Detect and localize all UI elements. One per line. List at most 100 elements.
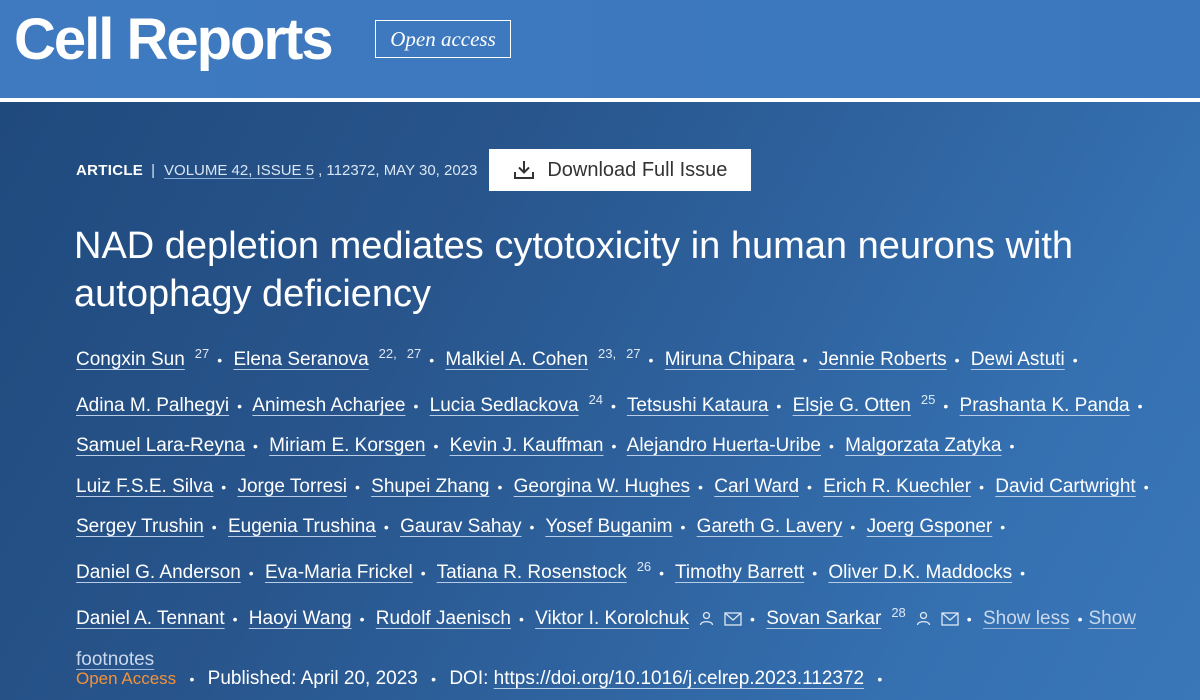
author-item: Joerg Gsponer • — [867, 516, 1012, 537]
author-name[interactable]: Joerg Gsponer — [867, 516, 993, 537]
bullet-separator: • — [232, 611, 238, 628]
author-name[interactable]: Jorge Torresi — [237, 476, 346, 497]
affiliation-footnote[interactable]: 25 — [921, 392, 935, 407]
bullet-separator: • — [611, 398, 616, 415]
author-name[interactable]: Rudolf Jaenisch — [376, 608, 511, 629]
author-name[interactable]: Alejandro Huerta-Uribe — [627, 435, 821, 456]
affiliation-footnote[interactable]: 27 — [626, 346, 640, 361]
author-name[interactable]: Dewi Astuti — [971, 349, 1065, 370]
bullet-separator: • — [954, 352, 960, 368]
bullet-separator: • — [211, 518, 217, 535]
author-item: Miruna Chipara • — [665, 349, 814, 370]
affiliation-footnote[interactable]: 28 — [891, 605, 905, 620]
author-item: Jennie Roberts • — [819, 349, 966, 370]
author-name[interactable]: Samuel Lara-Reyna — [76, 435, 245, 456]
affiliation-footnote[interactable]: 22, — [379, 346, 397, 361]
author-name[interactable]: Oliver D.K. Maddocks — [828, 562, 1012, 583]
show-less-link[interactable]: Show less — [983, 608, 1070, 629]
author-item: Daniel G. Anderson • — [76, 562, 260, 583]
author-name[interactable]: Georgina W. Hughes — [514, 476, 690, 497]
author-name[interactable]: Haoyi Wang — [249, 608, 352, 629]
author-name[interactable]: Congxin Sun — [76, 349, 185, 370]
author-name[interactable]: Malgorzata Zatyka — [845, 435, 1001, 456]
bullet-separator: • — [217, 352, 223, 368]
bullet-separator: • — [943, 398, 949, 415]
author-item: Elena Seranova 22, 27 • — [233, 346, 440, 370]
open-access-badge: Open access — [375, 20, 511, 58]
author-name[interactable]: Elsje G. Otten — [793, 395, 911, 416]
author-name[interactable]: Miriam E. Korsgen — [269, 435, 425, 456]
author-item: Lucia Sedlackova 24 • — [430, 392, 622, 416]
bullet-separator: • — [518, 611, 524, 628]
author-name[interactable]: Daniel A. Tennant — [76, 608, 225, 629]
author-name[interactable]: Yosef Buganim — [545, 516, 672, 537]
author-name[interactable]: Kevin J. Kauffman — [450, 435, 604, 456]
bullet-separator: • — [413, 398, 419, 415]
affiliation-footnote[interactable]: 26 — [637, 559, 651, 574]
author-name[interactable]: Sovan Sarkar — [766, 608, 881, 629]
author-item: Oliver D.K. Maddocks • — [828, 562, 1031, 583]
author-name[interactable]: Miruna Chipara — [665, 349, 795, 370]
author-item: Gaurav Sahay • — [400, 516, 540, 537]
bullet-separator: • — [802, 352, 808, 368]
author-name[interactable]: Tetsushi Kataura — [627, 395, 769, 416]
author-name[interactable]: Malkiel A. Cohen — [445, 349, 588, 370]
author-name[interactable]: Viktor I. Korolchuk — [535, 608, 689, 629]
bullet-separator: • — [1020, 565, 1026, 582]
author-name[interactable]: David Cartwright — [995, 476, 1135, 497]
affiliation-footnote[interactable]: 23, — [598, 346, 616, 361]
author-item: Adina M. Palhegyi • — [76, 395, 248, 416]
author-name[interactable]: Erich R. Kuechler — [823, 476, 971, 497]
bullet-separator: • — [659, 565, 665, 582]
author-name[interactable]: Prashanta K. Panda — [960, 395, 1130, 416]
author-name[interactable]: Daniel G. Anderson — [76, 562, 241, 583]
affiliation-footnote[interactable]: 24 — [589, 392, 603, 407]
author-item: Sergey Trushin • — [76, 516, 223, 537]
author-name[interactable]: Gaurav Sahay — [400, 516, 521, 537]
affiliation-footnote[interactable]: 27 — [195, 346, 209, 361]
author-name[interactable]: Shupei Zhang — [371, 476, 489, 497]
bullet-separator: • — [248, 565, 254, 582]
author-name[interactable]: Eva-Maria Frickel — [265, 562, 413, 583]
author-name[interactable]: Tatiana R. Rosenstock — [437, 562, 627, 583]
author-name[interactable]: Lucia Sedlackova — [430, 395, 579, 416]
download-full-issue-button[interactable]: Download Full Issue — [489, 149, 752, 191]
author-name[interactable]: Adina M. Palhegyi — [76, 395, 229, 416]
author-name[interactable]: Timothy Barrett — [675, 562, 804, 583]
author-item: Miriam E. Korsgen • — [269, 435, 444, 456]
author-item: Elsje G. Otten 25 • — [793, 392, 955, 416]
author-name[interactable]: Gareth G. Lavery — [697, 516, 843, 537]
author-name[interactable]: Luiz F.S.E. Silva — [76, 476, 213, 497]
bullet-separator: • — [431, 671, 437, 687]
bullet-separator: • — [812, 565, 818, 582]
issue-details: , 112372, MAY 30, 2023 — [318, 161, 478, 179]
author-item: Malgorzata Zatyka • — [845, 435, 1020, 456]
issue-link[interactable]: VOLUME 42, ISSUE 5 — [164, 162, 314, 179]
doi-label: DOI: — [449, 668, 489, 689]
mail-icon[interactable] — [941, 601, 959, 640]
author-name[interactable]: Eugenia Trushina — [228, 516, 376, 537]
person-icon[interactable] — [916, 601, 931, 640]
author-name[interactable]: Carl Ward — [714, 476, 799, 497]
person-icon[interactable] — [699, 601, 714, 640]
bullet-separator: • — [433, 438, 439, 455]
author-item: Rudolf Jaenisch • — [376, 608, 530, 629]
bullet-separator: • — [979, 478, 984, 495]
open-access-link[interactable]: Open Access — [76, 669, 176, 688]
author-item: Gareth G. Lavery • — [697, 516, 862, 537]
doi-link[interactable]: https://doi.org/10.1016/j.celrep.2023.11… — [494, 668, 864, 689]
author-name[interactable]: Animesh Acharjee — [252, 395, 405, 416]
author-item: Sovan Sarkar 28 • — [766, 605, 978, 629]
author-item: Eugenia Trushina • — [228, 516, 395, 537]
author-item: Erich R. Kuechler • — [823, 476, 990, 497]
author-name[interactable]: Elena Seranova — [233, 349, 368, 370]
author-name[interactable]: Sergey Trushin — [76, 516, 204, 537]
mail-icon[interactable] — [724, 601, 742, 640]
affiliation-footnote[interactable]: 27 — [407, 346, 421, 361]
bullet-separator: • — [611, 438, 617, 455]
bullet-separator: • — [698, 478, 703, 495]
bullet-separator: • — [429, 352, 435, 368]
journal-logo[interactable]: Cell Reports — [14, 8, 334, 72]
author-name[interactable]: Jennie Roberts — [819, 349, 947, 370]
article-type-label: ARTICLE — [76, 161, 144, 179]
